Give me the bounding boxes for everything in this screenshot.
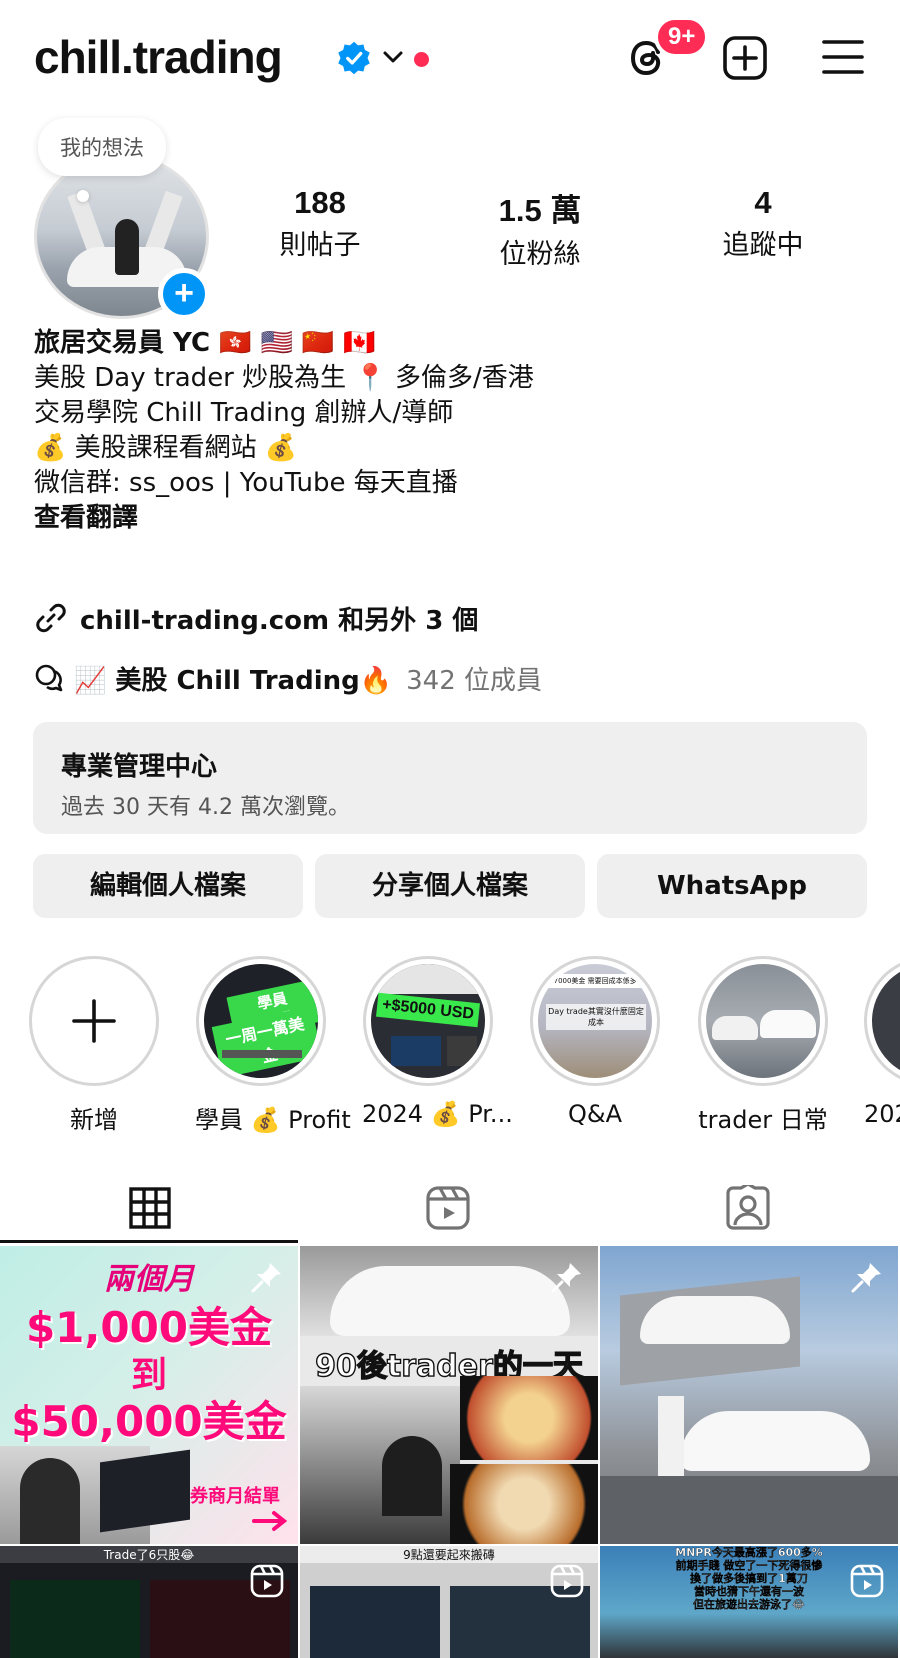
- bio-line: 微信群: ss_oos | YouTube 每天直播: [34, 468, 458, 498]
- share-profile-button[interactable]: 分享個人檔案: [315, 854, 585, 918]
- post-text: 9點還要起來搬磚: [300, 1546, 598, 1563]
- pinned-icon: [551, 1263, 581, 1293]
- post-text: Trade了6只股😂: [0, 1546, 298, 1563]
- professional-dashboard[interactable]: 專業管理中心 過去 30 天有 4.2 萬次瀏覽。: [33, 722, 867, 834]
- highlight-label: trader 日常: [698, 1106, 828, 1134]
- pinned-icon: [851, 1263, 881, 1293]
- highlight-label: Q&A: [567, 1100, 623, 1128]
- highlight-cover: 學員profit 一周一萬美金: [204, 964, 318, 1078]
- post-tile[interactable]: 90後trader的一天: [300, 1246, 598, 1544]
- display-name: 旅居交易員 YC 🇭🇰 🇺🇸 🇨🇳 🇨🇦: [34, 328, 376, 358]
- tab-tagged[interactable]: [598, 1176, 898, 1240]
- stat-followers-label: 位粉絲: [499, 239, 581, 270]
- website-link-text[interactable]: chill-trading.com 和另外 3 個: [80, 600, 478, 637]
- note-bubble-tail: [77, 190, 89, 202]
- reel-icon: [550, 1564, 584, 1598]
- post-tile[interactable]: Trade了6只股😂: [0, 1546, 298, 1658]
- stat-following[interactable]: 4 追蹤中: [673, 185, 853, 262]
- highlight-label: 新增: [70, 1106, 118, 1134]
- stat-followers[interactable]: 1.5 萬 位粉絲: [450, 185, 630, 271]
- stat-posts-count: 188: [294, 185, 346, 220]
- notification-dot: [414, 52, 429, 67]
- bio: 旅居交易員 YC 🇭🇰 🇺🇸 🇨🇳 🇨🇦 美股 Day trader 炒股為生 …: [34, 326, 864, 536]
- highlight-cover: +$5000 USD: [371, 964, 485, 1078]
- highlight-label: 2024 💰 Pr...: [362, 1100, 513, 1128]
- tab-reels[interactable]: [298, 1176, 598, 1240]
- channel-chat-icon: [35, 664, 63, 692]
- highlight-cover: 7000美金 需要回成本係多? Day trade其實沒什麼固定成本: [538, 964, 652, 1078]
- edit-profile-button[interactable]: 編輯個人檔案: [33, 854, 303, 918]
- broadcast-channel[interactable]: 📈 美股 Chill Trading🔥 342 位成員: [34, 658, 542, 698]
- arrow-right-icon: [252, 1511, 288, 1531]
- tab-posts-grid[interactable]: [0, 1176, 300, 1240]
- active-tab-indicator: [0, 1240, 298, 1243]
- see-translation-link[interactable]: 查看翻譯: [34, 501, 864, 536]
- highlight-label: 202: [864, 1100, 900, 1128]
- hamburger-menu-icon[interactable]: [822, 38, 864, 76]
- bio-line: 交易學院 Chill Trading 創辦人/導師: [34, 398, 454, 428]
- highlight-label: 學員 💰 Profit: [195, 1106, 351, 1134]
- highlight-cover-text: +$5000 USD: [376, 992, 481, 1028]
- post-tile[interactable]: MNPR今天最高漲了600多% 前期手賤 做空了一下死得很慘 換了做多後搞到了1…: [600, 1546, 898, 1658]
- tagged-person-icon: [726, 1185, 770, 1230]
- stat-following-count: 4: [754, 185, 772, 220]
- post-tile[interactable]: 9點還要起來搬磚: [300, 1546, 598, 1658]
- pinned-icon: [251, 1263, 281, 1293]
- stat-followers-count: 1.5 萬: [498, 193, 582, 228]
- grid-icon: [129, 1187, 171, 1229]
- website-link[interactable]: chill-trading.com 和另外 3 個: [34, 598, 478, 638]
- pro-dashboard-title: 專業管理中心: [61, 752, 218, 782]
- highlight-cover-text: 7000美金 需要回成本係多?: [548, 974, 646, 988]
- plus-icon: [72, 999, 116, 1043]
- reel-icon: [250, 1564, 284, 1598]
- threads-notification-badge: 9+: [654, 16, 710, 58]
- highlight-item[interactable]: +$5000 USD 2024 💰 Pr...: [362, 956, 513, 1128]
- highlight-cover: [872, 964, 900, 1078]
- highlight-new-ring: [29, 956, 159, 1086]
- profile-header: chill.trading 9+: [0, 0, 900, 120]
- username[interactable]: chill.trading: [34, 30, 283, 84]
- post-tile[interactable]: 兩個月 $1,000美金 到 $50,000美金 券商月結單: [0, 1246, 298, 1544]
- highlight-item[interactable]: 202: [864, 956, 900, 1128]
- post-text: MNPR今天最高漲了600多%: [675, 1546, 823, 1559]
- bio-line: 美股 Day trader 炒股為生 📍 多倫多/香港: [34, 363, 534, 393]
- highlight-cover-text: 一周一萬美金: [211, 1005, 318, 1078]
- highlight-item[interactable]: trader 日常: [697, 956, 829, 1135]
- reels-icon: [426, 1186, 470, 1230]
- highlight-cover-text: Day trade其實沒什麼固定成本: [546, 1004, 646, 1030]
- post-text: $50,000美金: [11, 1397, 287, 1446]
- highlight-item[interactable]: 學員profit 一周一萬美金 學員 💰 Profit: [195, 956, 351, 1135]
- stat-following-label: 追蹤中: [722, 230, 804, 261]
- highlight-new[interactable]: 新增: [28, 956, 160, 1135]
- highlight-cover: [706, 964, 820, 1078]
- reel-icon: [850, 1564, 884, 1598]
- post-text: 但在旅遊出去游泳了😂: [693, 1598, 805, 1611]
- create-post-icon[interactable]: [722, 35, 768, 81]
- bio-line: 💰 美股課程看網站 💰: [34, 433, 298, 463]
- stat-posts-label: 則帖子: [279, 230, 361, 261]
- chevron-down-icon[interactable]: [382, 46, 404, 68]
- add-story-button[interactable]: +: [158, 268, 210, 320]
- note-bubble[interactable]: 我的想法: [38, 118, 166, 176]
- verified-badge-icon: [338, 41, 370, 75]
- highlight-item[interactable]: 7000美金 需要回成本係多? Day trade其實沒什麼固定成本 Q&A: [529, 956, 661, 1128]
- post-tile[interactable]: [600, 1246, 898, 1544]
- channel-members: 342 位成員: [406, 665, 543, 696]
- link-icon: [36, 603, 66, 633]
- stat-posts[interactable]: 188 則帖子: [230, 185, 410, 262]
- channel-name[interactable]: 📈 美股 Chill Trading🔥: [74, 660, 392, 697]
- pro-dashboard-subtitle: 過去 30 天有 4.2 萬次瀏覽。: [61, 795, 350, 820]
- whatsapp-button[interactable]: WhatsApp: [597, 854, 867, 918]
- post-text: 券商月結單: [190, 1486, 280, 1507]
